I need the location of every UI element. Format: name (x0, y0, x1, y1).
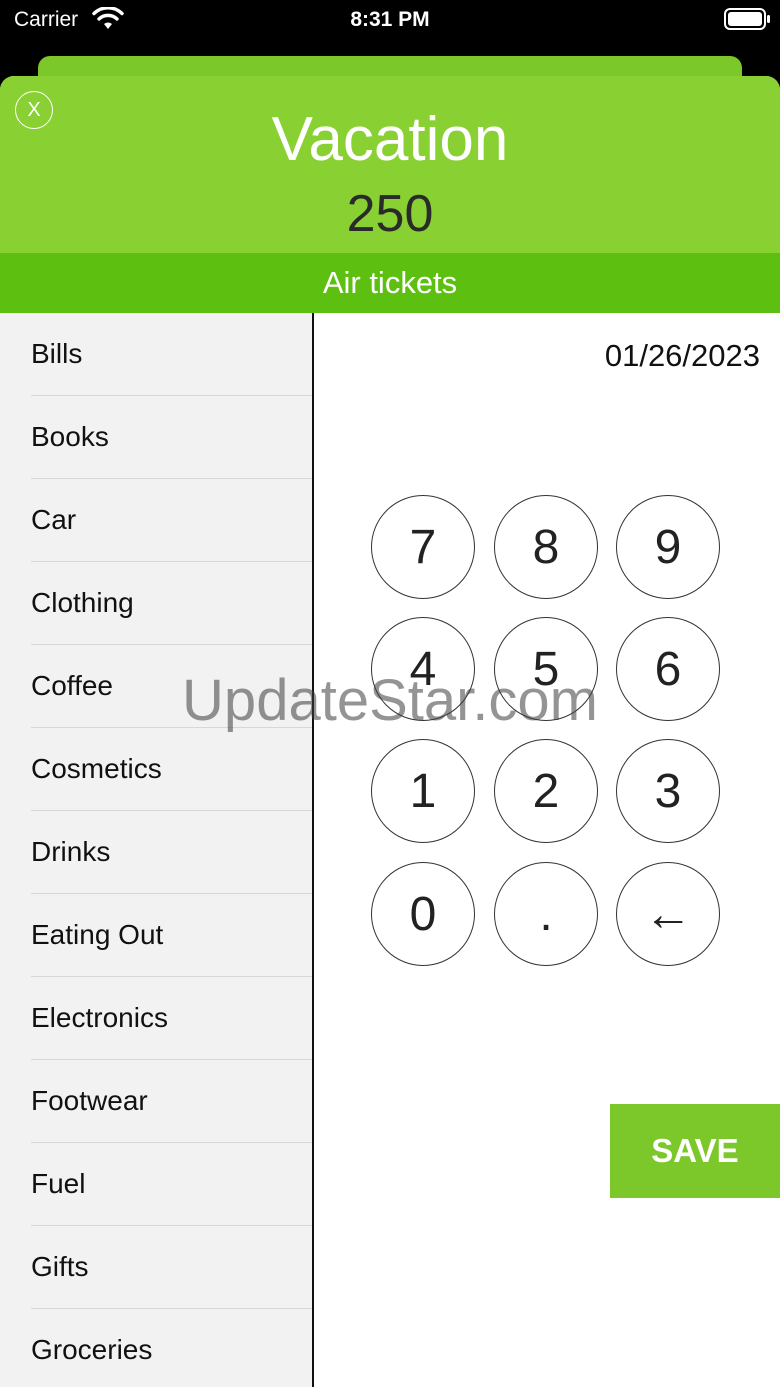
date-field[interactable]: 01/26/2023 (605, 338, 760, 374)
category-label: Car (31, 504, 77, 535)
category-label: Eating Out (31, 919, 164, 950)
expense-sheet: X Vacation 250 Air tickets Bills Books C… (0, 76, 780, 1387)
category-item-footwear[interactable]: Footwear (0, 1060, 312, 1143)
category-label: Electronics (31, 1002, 168, 1033)
amount-display: 250 (346, 185, 434, 243)
category-item-cosmetics[interactable]: Cosmetics (0, 728, 312, 811)
category-title: Vacation (271, 105, 509, 174)
key-5[interactable]: 5 (494, 617, 598, 721)
status-bar: Carrier 8:31 PM (0, 0, 780, 56)
key-4[interactable]: 4 (371, 617, 475, 721)
key-7[interactable]: 7 (371, 495, 475, 599)
category-item-fuel[interactable]: Fuel (0, 1143, 312, 1226)
category-item-eating-out[interactable]: Eating Out (0, 894, 312, 977)
clock: 8:31 PM (350, 8, 430, 31)
key-6[interactable]: 6 (616, 617, 720, 721)
key-3[interactable]: 3 (616, 739, 720, 843)
category-label: Groceries (31, 1334, 153, 1365)
battery-icon (724, 8, 770, 30)
category-label: Clothing (31, 587, 134, 618)
category-label: Coffee (31, 670, 113, 701)
key-8[interactable]: 8 (494, 495, 598, 599)
key-1[interactable]: 1 (371, 739, 475, 843)
save-button[interactable]: SAVE (610, 1104, 780, 1198)
category-label: Footwear (31, 1085, 148, 1116)
category-item-bills[interactable]: Bills (0, 313, 312, 396)
category-item-groceries[interactable]: Groceries (0, 1309, 312, 1387)
category-item-coffee[interactable]: Coffee (0, 645, 312, 728)
category-item-drinks[interactable]: Drinks (0, 811, 312, 894)
category-list: Bills Books Car Clothing Coffee Cosmetic… (0, 313, 312, 1387)
category-label: Fuel (31, 1168, 86, 1199)
key-2[interactable]: 2 (494, 739, 598, 843)
category-header: X Vacation 250 (0, 76, 780, 253)
key-0[interactable]: 0 (371, 862, 475, 966)
category-label: Bills (31, 338, 83, 369)
category-label: Gifts (31, 1251, 89, 1282)
category-item-gifts[interactable]: Gifts (0, 1226, 312, 1309)
subcategory-bar[interactable]: Air tickets (0, 253, 780, 313)
category-label: Drinks (31, 836, 111, 867)
category-item-car[interactable]: Car (0, 479, 312, 562)
key-9[interactable]: 9 (616, 495, 720, 599)
category-item-electronics[interactable]: Electronics (0, 977, 312, 1060)
category-label: Cosmetics (31, 753, 162, 784)
backspace-key[interactable]: ← (616, 862, 720, 966)
category-item-books[interactable]: Books (0, 396, 312, 479)
list-divider (312, 313, 314, 1387)
category-item-clothing[interactable]: Clothing (0, 562, 312, 645)
key-decimal[interactable]: . (494, 862, 598, 966)
category-label: Books (31, 421, 109, 452)
